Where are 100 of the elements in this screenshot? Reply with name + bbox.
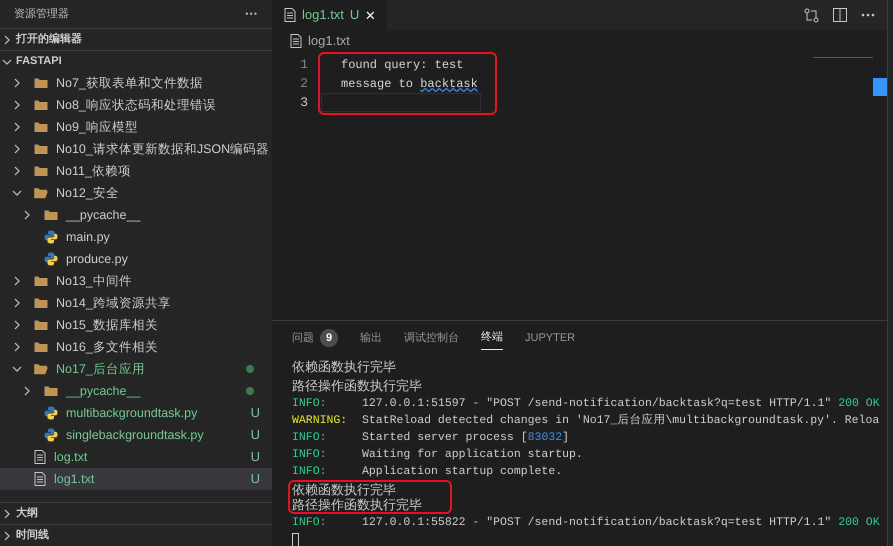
breadcrumb[interactable]: log1.txt [308,31,350,51]
log-line: INFO: 127.0.0.1:51597 - "POST /send-notification/backtask?q=test HTTP/1.1" 200 OK [291,396,881,412]
tree-item[interactable]: main.py [0,226,272,248]
python-icon [44,406,58,420]
line-number: 2 [299,75,309,93]
file-name: No13_中间件 [56,272,132,290]
folder-icon [34,187,48,199]
log-line: INFO: 127.0.0.1:55822 - "POST /send-notification/backtask?q=test HTTP/1.1" 200 OK [291,515,881,531]
compare-changes-icon[interactable] [804,8,819,22]
git-status: U [250,426,260,444]
file-name: No16_多文件相关 [56,338,158,356]
folder-icon [34,297,48,309]
tree-item[interactable]: produce.py [0,248,272,270]
file-name: No10_请求体更新数据和JSON编码器 [56,140,270,158]
git-status: U [250,470,260,488]
tree-item[interactable]: log1.txt U [0,468,272,490]
tree-item[interactable]: singlebackgroundtask.py U [0,424,272,446]
file-name: __pycache__ [66,206,140,224]
folder-icon [34,165,48,177]
panel-tab[interactable]: 输出 [360,326,382,350]
file-name: No14_跨域资源共享 [56,294,171,312]
file-name: multibackgroundtask.py [66,404,198,422]
section-header[interactable]: 时间线 [0,524,272,546]
file-name: log.txt [54,448,88,466]
log-line: INFO: Waiting for application startup. [291,447,584,463]
tree-item[interactable]: No9_响应模型 [0,116,272,138]
code-line: found query: test [341,56,464,74]
tree-item[interactable]: No15_数据库相关 [0,314,272,336]
chevron-right-icon [2,34,12,44]
folder-icon [34,275,48,287]
terminal-line: 路径操作函数执行完毕 [288,497,452,514]
folder-icon [34,99,48,111]
file-name: main.py [66,228,110,246]
file-name: log1.txt [54,470,94,488]
more-icon[interactable] [861,13,875,17]
tree-item[interactable]: No16_多文件相关 [0,336,272,358]
panel-tab[interactable]: 调试控制台 [404,326,459,350]
line-number: 3 [299,94,309,112]
folder-icon [34,77,48,89]
file-name: No15_数据库相关 [56,316,158,334]
tree-item[interactable]: No7_获取表单和文件数据 [0,72,272,94]
git-status: U [250,448,260,466]
terminal-line: 路径操作函数执行完毕 [291,377,423,395]
document-icon [284,8,296,22]
close-button[interactable]: × [365,6,376,24]
folder-icon [34,363,48,375]
chevron-right-icon [2,508,12,518]
panel-tab[interactable]: 问题 9 [292,326,338,350]
editor-tab[interactable]: log1.txt U × [272,0,388,30]
tree-item[interactable]: multibackgroundtask.py U [0,402,272,424]
terminal-line: 依赖函数执行完毕 [288,480,452,497]
file-name: No17_后台应用 [56,360,145,378]
file-name: produce.py [66,250,128,268]
document-icon [34,450,46,464]
tree-item[interactable]: log.txt U [0,446,272,468]
python-icon [44,230,58,244]
tree-item[interactable]: No12_安全 [0,182,272,204]
document-icon [34,472,46,486]
chevron-down-icon [2,56,12,66]
section-header[interactable]: 大纲 [0,502,272,524]
file-name: singlebackgroundtask.py [66,426,204,444]
file-name: __pycache__ [66,382,140,400]
tree-item[interactable]: No13_中间件 [0,270,272,292]
folder-icon [34,319,48,331]
file-name: No11_依赖项 [56,162,131,180]
tree-item[interactable]: No14_跨域资源共享 [0,292,272,314]
git-status: U [250,404,260,422]
panel-tab[interactable]: JUPYTER [525,326,576,350]
tree-item[interactable]: No10_请求体更新数据和JSON编码器 [0,138,272,160]
count-badge: 9 [320,329,338,347]
python-icon [44,428,58,442]
log-line: INFO: Application startup complete. [291,464,564,480]
section-header[interactable]: 打开的编辑器 [0,28,272,50]
file-name: No12_安全 [56,184,119,202]
file-name: No9_响应模型 [56,118,138,136]
scrollbar-thumb [873,78,887,96]
file-name: No8_响应状态码和处理错误 [56,96,216,114]
folder-icon [44,385,58,397]
split-editor-icon[interactable] [833,8,847,22]
document-icon [290,34,302,48]
panel-tab[interactable]: 终端 [481,326,503,350]
terminal-line: 依赖函数执行完毕 [291,358,397,376]
folder-icon [34,143,48,155]
tree-item[interactable]: __pycache__ [0,204,272,226]
file-name: No7_获取表单和文件数据 [56,74,203,92]
tree-item[interactable]: No17_后台应用 [0,358,272,380]
python-icon [44,252,58,266]
log-line: WARNING: StatReload detected changes in 'No17_后台应用\multibackgroundtask.py'. Reloa [291,412,880,429]
chevron-right-icon [2,530,12,540]
line-number: 1 [299,56,309,74]
tree-item[interactable]: __pycache__ [0,380,272,402]
tree-item[interactable]: No8_响应状态码和处理错误 [0,94,272,116]
section-header[interactable]: FASTAPI [0,50,272,72]
log-line: INFO: Started server process [83032] [291,430,570,446]
code-line: message to backtask [341,76,478,92]
folder-icon [34,121,48,133]
tree-item[interactable]: No11_依赖项 [0,160,272,182]
sidebar-title: 资源管理器 [14,6,69,22]
more-button[interactable]: ··· [245,4,258,24]
folder-icon [34,341,48,353]
